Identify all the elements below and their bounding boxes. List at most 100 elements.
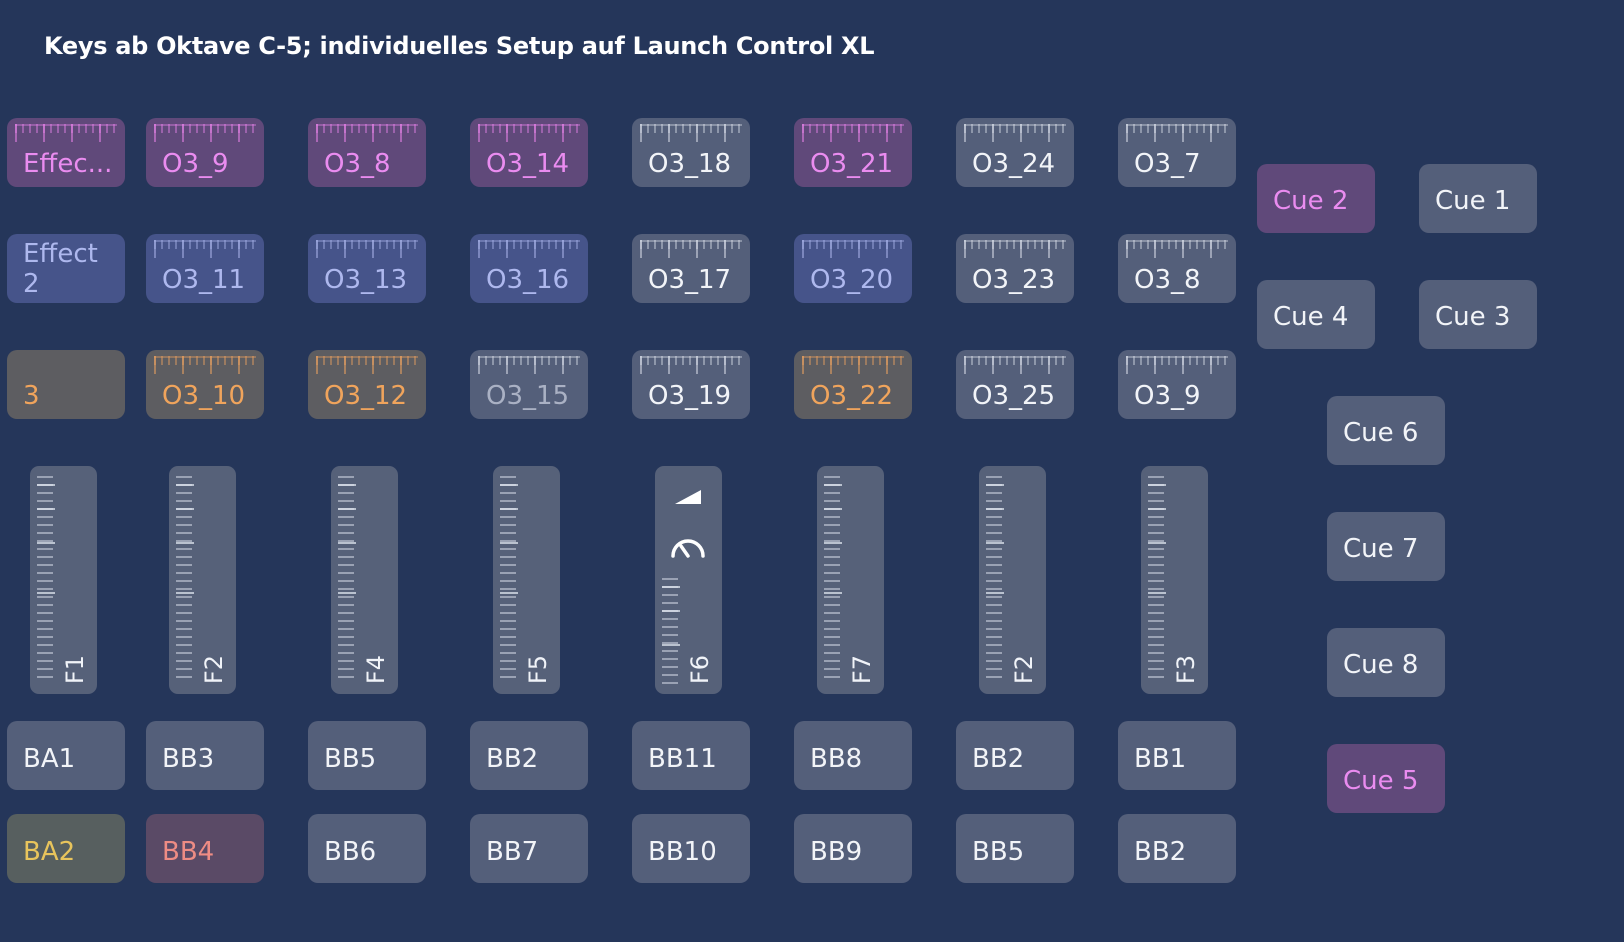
button-top-4[interactable]: BB2 (470, 721, 588, 790)
knob-row1-col2[interactable]: O3_9 (146, 118, 264, 187)
button-top-2[interactable]: BB3 (146, 721, 264, 790)
knob-scale (802, 124, 904, 144)
knob-scale (964, 240, 1066, 260)
knob-scale (802, 356, 904, 376)
fader-2[interactable]: F2 (169, 466, 236, 694)
button-label: BB1 (1134, 744, 1187, 774)
fader-label: F1 (61, 654, 89, 684)
knob-scale (316, 240, 418, 260)
cue-3-button[interactable]: Cue 3 (1419, 280, 1537, 349)
knob-label: O3_14 (486, 149, 570, 179)
button-bottom-6[interactable]: BB9 (794, 814, 912, 883)
knob-row2-col7[interactable]: O3_23 (956, 234, 1074, 303)
button-bottom-2[interactable]: BB4 (146, 814, 264, 883)
knob-label: O3_24 (972, 149, 1056, 179)
knob-row3-col3[interactable]: O3_12 (308, 350, 426, 419)
cue-7-button[interactable]: Cue 7 (1327, 512, 1445, 581)
knob-row2-col3[interactable]: O3_13 (308, 234, 426, 303)
button-label: BB11 (648, 744, 717, 774)
fader-scale (500, 476, 518, 684)
knob-scale (154, 124, 256, 144)
knob-row3-col8[interactable]: O3_9 (1118, 350, 1236, 419)
fader-scale (176, 476, 194, 684)
knob-label: O3_8 (324, 149, 391, 179)
knob-row2-col6[interactable]: O3_20 (794, 234, 912, 303)
fader-label: F2 (1010, 654, 1038, 684)
knob-scale (154, 240, 256, 260)
knob-row1-col6[interactable]: O3_21 (794, 118, 912, 187)
fader-scale (986, 476, 1004, 684)
knob-scale (316, 124, 418, 144)
knob-scale (478, 124, 580, 144)
fader-1[interactable]: F1 (30, 466, 97, 694)
knob-row1-col4[interactable]: O3_14 (470, 118, 588, 187)
knob-row2-col4[interactable]: O3_16 (470, 234, 588, 303)
button-top-8[interactable]: BB1 (1118, 721, 1236, 790)
knob-scale (1126, 240, 1228, 260)
cue-8-button[interactable]: Cue 8 (1327, 628, 1445, 697)
knob-label: O3_13 (324, 265, 408, 295)
fader-label: F7 (848, 654, 876, 684)
button-top-1[interactable]: BA1 (7, 721, 125, 790)
knob-row3-col4[interactable]: O3_15 (470, 350, 588, 419)
knob-scale (964, 356, 1066, 376)
button-top-6[interactable]: BB8 (794, 721, 912, 790)
knob-row1-col7[interactable]: O3_24 (956, 118, 1074, 187)
fader-8[interactable]: F3 (1141, 466, 1208, 694)
button-label: BB2 (972, 744, 1025, 774)
button-bottom-8[interactable]: BB2 (1118, 814, 1236, 883)
fader-label: F3 (1172, 654, 1200, 684)
fader-5[interactable]: F6 (655, 466, 722, 694)
cue-6-button[interactable]: Cue 6 (1327, 396, 1445, 465)
fader-label: F6 (686, 654, 714, 684)
button-label: BB8 (810, 744, 863, 774)
cue-1-button[interactable]: Cue 1 (1419, 164, 1537, 233)
knob-row1-col3[interactable]: O3_8 (308, 118, 426, 187)
button-bottom-1[interactable]: BA2 (7, 814, 125, 883)
knob-row2-col1[interactable]: Effect 2 (7, 234, 125, 303)
knob-scale (154, 356, 256, 376)
knob-row3-col5[interactable]: O3_19 (632, 350, 750, 419)
cue-2-button[interactable]: Cue 2 (1257, 164, 1375, 233)
button-bottom-3[interactable]: BB6 (308, 814, 426, 883)
knob-row1-col8[interactable]: O3_7 (1118, 118, 1236, 187)
knob-row3-col7[interactable]: O3_25 (956, 350, 1074, 419)
button-label: BA1 (23, 744, 76, 774)
knob-row3-col2[interactable]: O3_10 (146, 350, 264, 419)
button-top-5[interactable]: BB11 (632, 721, 750, 790)
button-top-3[interactable]: BB5 (308, 721, 426, 790)
fader-6[interactable]: F7 (817, 466, 884, 694)
knob-row1-col1[interactable]: Effec... (7, 118, 125, 187)
button-bottom-4[interactable]: BB7 (470, 814, 588, 883)
knob-scale (964, 124, 1066, 144)
button-label: BB7 (486, 837, 539, 867)
knob-label: O3_25 (972, 381, 1056, 411)
knob-row2-col2[interactable]: O3_11 (146, 234, 264, 303)
cue-5-button[interactable]: Cue 5 (1327, 744, 1445, 813)
button-bottom-5[interactable]: BB10 (632, 814, 750, 883)
knob-row2-col5[interactable]: O3_17 (632, 234, 750, 303)
cue-label: Cue 8 (1343, 650, 1419, 680)
knob-row1-col5[interactable]: O3_18 (632, 118, 750, 187)
knob-label: O3_12 (324, 381, 408, 411)
knob-label: O3_8 (1134, 265, 1201, 295)
knob-scale (640, 356, 742, 376)
button-bottom-7[interactable]: BB5 (956, 814, 1074, 883)
knob-row3-col1[interactable]: 3 (7, 350, 125, 419)
knob-label: O3_7 (1134, 149, 1201, 179)
knob-row3-col6[interactable]: O3_22 (794, 350, 912, 419)
knob-label: O3_11 (162, 265, 246, 295)
button-label: BB2 (486, 744, 539, 774)
knob-label: Effect 2 (23, 239, 98, 299)
fader-7[interactable]: F2 (979, 466, 1046, 694)
button-top-7[interactable]: BB2 (956, 721, 1074, 790)
fader-label: F4 (362, 654, 390, 684)
ramp-icon (675, 490, 701, 504)
knob-label: O3_22 (810, 381, 894, 411)
fader-4[interactable]: F5 (493, 466, 560, 694)
knob-scale (15, 124, 117, 144)
button-label: BB5 (972, 837, 1025, 867)
knob-row2-col8[interactable]: O3_8 (1118, 234, 1236, 303)
fader-3[interactable]: F4 (331, 466, 398, 694)
cue-4-button[interactable]: Cue 4 (1257, 280, 1375, 349)
